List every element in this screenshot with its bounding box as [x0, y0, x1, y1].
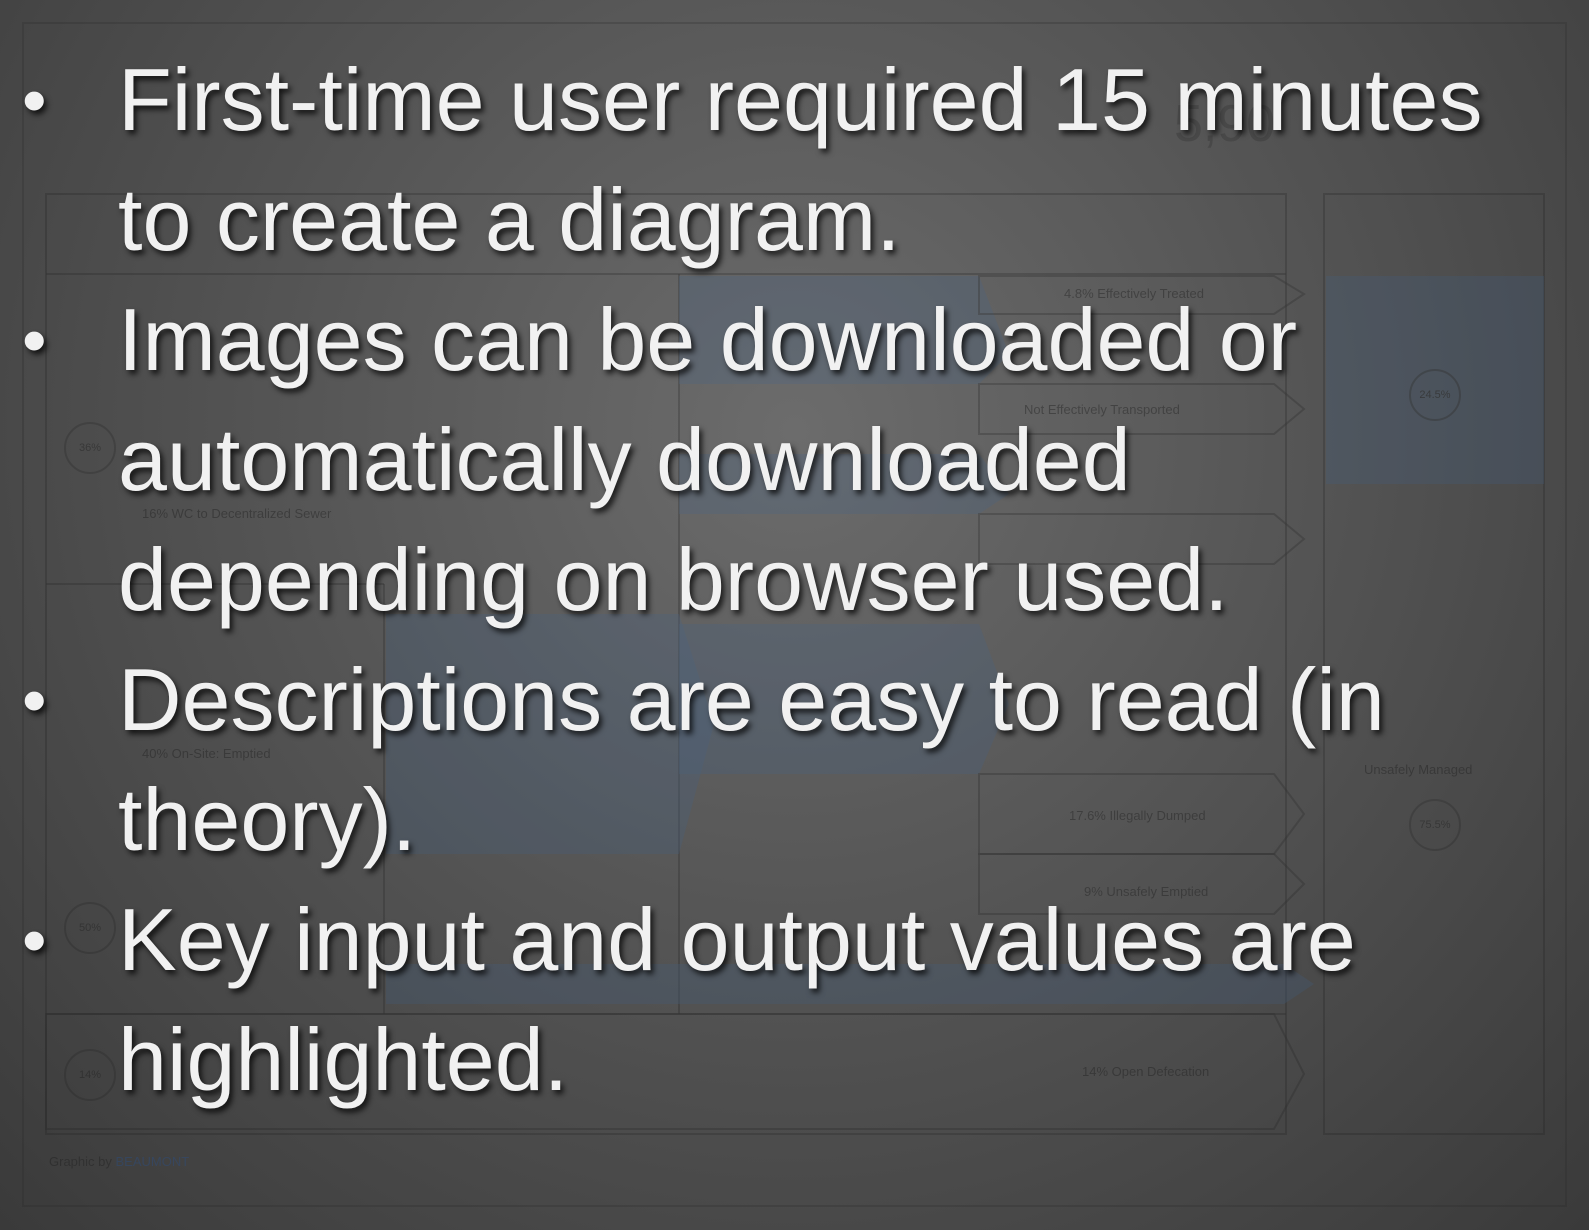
bullet-list: • First-time user required 15 minutes to… — [0, 40, 1589, 1120]
bullet-item: • Descriptions are easy to read (in theo… — [0, 640, 1589, 880]
bullet-item: • First-time user required 15 minutes to… — [0, 40, 1589, 280]
bullet-text: Key input and output values are highligh… — [118, 890, 1356, 1109]
bullet-glyph: • — [22, 901, 47, 979]
bg-credit: Graphic by BEAUMONT — [49, 1154, 189, 1169]
bullet-glyph: • — [22, 301, 47, 379]
bullet-text: First-time user required 15 minutes to c… — [118, 50, 1483, 269]
bullet-item: • Images can be downloaded or automatica… — [0, 280, 1589, 640]
bullet-glyph: • — [22, 661, 47, 739]
bullet-glyph: • — [22, 61, 47, 139]
bullet-item: • Key input and output values are highli… — [0, 880, 1589, 1120]
bg-credit-link: BEAUMONT — [115, 1154, 190, 1169]
bullet-text: Images can be downloaded or automaticall… — [118, 290, 1298, 629]
bg-credit-prefix: Graphic by — [49, 1154, 112, 1169]
bullet-text: Descriptions are easy to read (in theory… — [118, 650, 1385, 869]
